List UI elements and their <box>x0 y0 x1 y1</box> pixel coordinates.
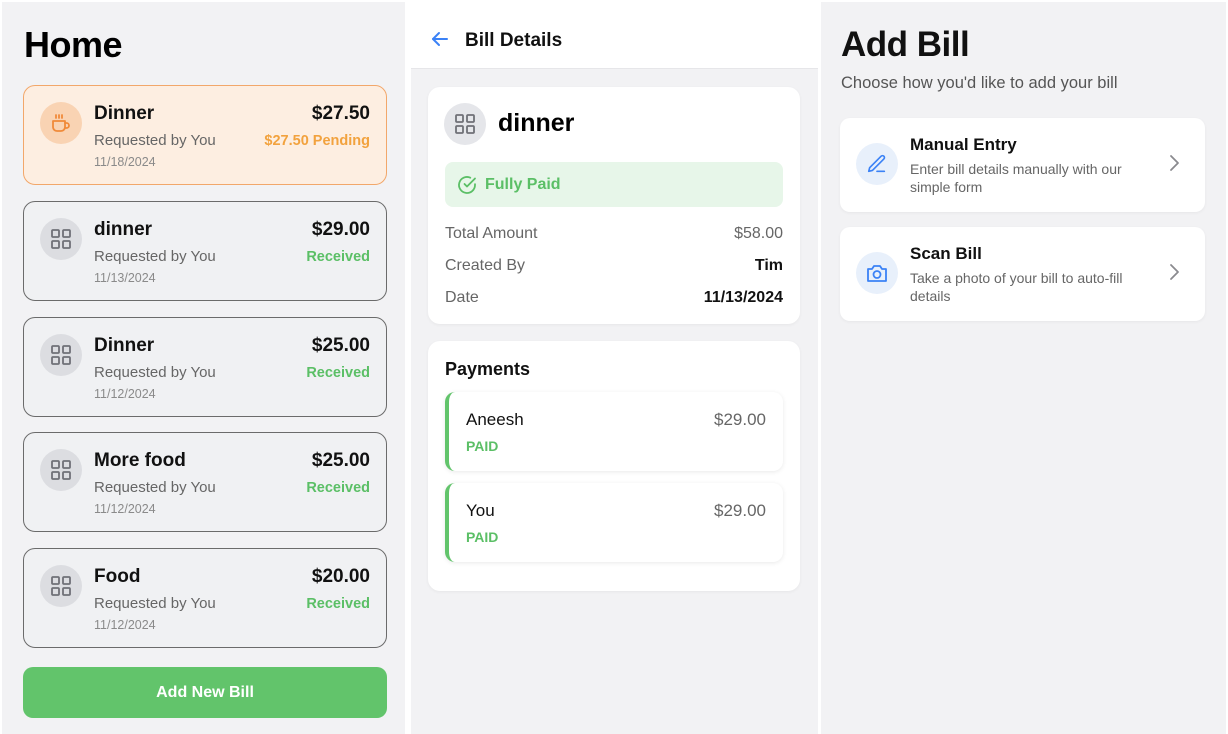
header-title: Bill Details <box>465 30 563 51</box>
total-amount-label: Total Amount <box>445 225 538 242</box>
payment-name: Aneesh <box>466 410 524 429</box>
bill-amount: $27.50 <box>311 103 370 124</box>
status-badge: Fully Paid <box>445 162 783 207</box>
back-arrow-icon[interactable] <box>430 29 450 54</box>
bill-status: Received <box>306 480 370 496</box>
bill-requested-by: Requested by You <box>94 364 216 381</box>
payment-item: Aneesh $29.00 PAID <box>445 392 783 471</box>
bill-name: dinner <box>498 109 575 137</box>
bill-status: Received <box>306 249 370 265</box>
bill-requested-by: Requested by You <box>94 132 216 149</box>
payment-status: PAID <box>466 529 499 545</box>
bill-amount: $20.00 <box>311 566 370 587</box>
created-by-label: Created By <box>445 257 526 274</box>
date-value: 11/13/2024 <box>703 289 783 306</box>
payment-amount: $29.00 <box>714 501 766 520</box>
add-new-bill-button[interactable]: Add New Bill <box>23 667 387 718</box>
bill-name: dinner <box>94 219 153 240</box>
grid-icon <box>40 218 82 260</box>
bill-summary-card: dinner Fully Paid Total Amount $58.00 Cr… <box>428 87 800 324</box>
header-bar: Bill Details <box>411 2 818 69</box>
bill-amount: $25.00 <box>311 335 370 356</box>
bill-amount: $25.00 <box>311 450 370 471</box>
camera-icon <box>856 252 898 294</box>
bill-amount: $29.00 <box>311 219 370 240</box>
bill-name: Food <box>94 566 141 587</box>
grid-icon <box>40 334 82 376</box>
created-by-value: Tim <box>754 257 783 274</box>
bill-card[interactable]: Food Requested by You 11/12/2024 $20.00 … <box>23 548 387 648</box>
bill-date: 11/12/2024 <box>94 618 156 632</box>
bill-card[interactable]: dinner Requested by You 11/13/2024 $29.0… <box>23 201 387 301</box>
status-text: Fully Paid <box>485 175 561 193</box>
bill-date: 11/12/2024 <box>94 502 156 516</box>
bill-details-screen: Bill Details dinner Fully Paid Total Amo… <box>411 2 818 734</box>
grid-icon <box>40 565 82 607</box>
payments-title: Payments <box>445 359 531 379</box>
bill-requested-by: Requested by You <box>94 595 216 612</box>
bill-name: Dinner <box>94 103 155 124</box>
option-description: Take a photo of your bill to auto-fill d… <box>910 270 1123 304</box>
check-circle-icon <box>458 175 476 194</box>
payment-status: PAID <box>466 438 499 454</box>
payment-item: You $29.00 PAID <box>445 483 783 562</box>
home-screen: Home Dinner Requested by You 11/18/2024 … <box>2 2 405 734</box>
option-title: Manual Entry <box>910 135 1017 154</box>
bill-requested-by: Requested by You <box>94 479 216 496</box>
bill-date: 11/13/2024 <box>94 271 156 285</box>
chevron-right-icon <box>1168 154 1180 177</box>
payments-card: Payments Aneesh $29.00 PAID You $29.00 P… <box>428 341 800 591</box>
page-title: Home <box>24 24 123 65</box>
grid-icon <box>444 103 486 145</box>
add-bill-screen: Add Bill Choose how you'd like to add yo… <box>821 2 1226 734</box>
page-title: Add Bill <box>841 25 970 64</box>
bill-date: 11/18/2024 <box>94 155 156 169</box>
manual-entry-option[interactable]: Manual Entry Enter bill details manually… <box>840 118 1205 212</box>
bill-name: More food <box>94 450 186 471</box>
grid-icon <box>40 449 82 491</box>
date-label: Date <box>445 289 479 306</box>
chevron-right-icon <box>1168 263 1180 286</box>
total-amount-value: $58.00 <box>734 225 783 242</box>
pencil-icon <box>856 143 898 185</box>
bill-name: Dinner <box>94 335 155 356</box>
bill-card[interactable]: Dinner Requested by You 11/12/2024 $25.0… <box>23 317 387 417</box>
payment-amount: $29.00 <box>714 410 766 429</box>
option-title: Scan Bill <box>910 244 982 263</box>
scan-bill-option[interactable]: Scan Bill Take a photo of your bill to a… <box>840 227 1205 321</box>
bill-status: Received <box>306 365 370 381</box>
option-description: Enter bill details manually with our sim… <box>910 161 1122 195</box>
coffee-icon <box>40 102 82 144</box>
bill-card[interactable]: Dinner Requested by You 11/18/2024 $27.5… <box>23 85 387 185</box>
payment-name: You <box>466 501 495 520</box>
bill-card[interactable]: More food Requested by You 11/12/2024 $2… <box>23 432 387 532</box>
bill-status: Received <box>306 596 370 612</box>
page-subtitle: Choose how you'd like to add your bill <box>841 74 1118 92</box>
bill-requested-by: Requested by You <box>94 248 216 265</box>
bill-date: 11/12/2024 <box>94 387 156 401</box>
bill-status: $27.50 Pending <box>264 133 370 149</box>
